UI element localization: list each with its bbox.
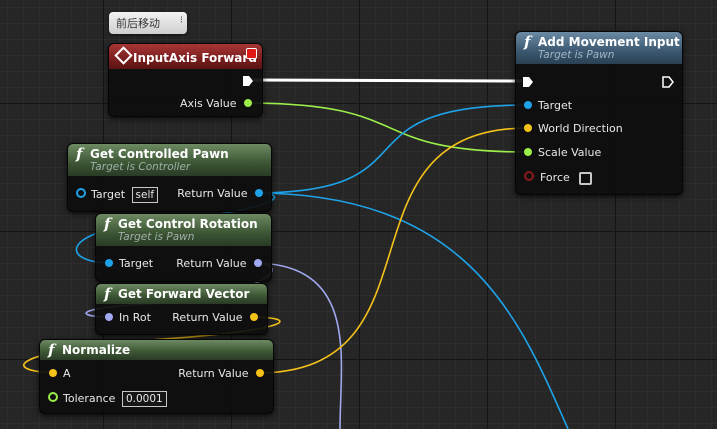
target-label: Target: [119, 257, 154, 270]
function-icon: f: [48, 341, 55, 359]
return-value-pin[interactable]: Return Value: [176, 257, 262, 270]
get-control-rotation-node[interactable]: f Get Control Rotation Target is Pawn Ta…: [95, 213, 272, 282]
return-value-pin[interactable]: Return Value: [178, 367, 264, 380]
node-title: Get Controlled Pawn: [90, 147, 229, 161]
add-movement-input-node[interactable]: f Add Movement Input Target is Pawn Targ…: [515, 31, 683, 195]
axis-to-scale-wire: [245, 102, 529, 153]
a-pin[interactable]: A: [49, 367, 71, 380]
bool-pin-icon[interactable]: [524, 171, 534, 181]
world-direction-pin[interactable]: World Direction: [524, 122, 623, 135]
node-header[interactable]: f Get Forward Vector: [96, 284, 267, 304]
normalize-to-direction-wire: [256, 127, 529, 374]
node-header[interactable]: f Normalize: [40, 340, 273, 360]
float-pin-icon[interactable]: [48, 392, 58, 402]
function-icon: f: [76, 145, 83, 163]
node-subtitle: Target is Pawn: [538, 49, 615, 61]
return-value-label: Return Value: [176, 257, 247, 270]
normalize-node[interactable]: f Normalize A Return Value Tolerance 0.0…: [39, 339, 274, 414]
force-checkbox[interactable]: [579, 171, 593, 185]
target-pin[interactable]: Target: [105, 257, 153, 270]
force-label: Force: [540, 171, 570, 184]
float-pin-icon[interactable]: [244, 99, 252, 107]
in-rot-label: In Rot: [119, 311, 151, 324]
tolerance-field[interactable]: 0.0001: [121, 391, 167, 407]
return-value-pin[interactable]: Return Value: [172, 311, 258, 324]
float-pin-icon[interactable]: [524, 148, 532, 156]
self-field[interactable]: self: [131, 187, 159, 203]
node-title: Get Forward Vector: [118, 287, 250, 301]
vector-pin-icon[interactable]: [250, 313, 258, 321]
node-header[interactable]: f Get Control Rotation Target is Pawn: [96, 214, 271, 246]
node-subtitle: Target is Controller: [90, 161, 191, 173]
function-icon: f: [104, 215, 111, 233]
node-subtitle: Target is Pawn: [118, 231, 195, 243]
axis-value-pin[interactable]: Axis Value: [180, 97, 252, 110]
target-label: Target: [91, 188, 126, 201]
node-title: Normalize: [62, 343, 131, 357]
function-icon: f: [524, 33, 531, 51]
tolerance-pin[interactable]: Tolerance 0.0001: [48, 391, 167, 407]
tolerance-label: Tolerance: [63, 392, 116, 405]
axis-value-label: Axis Value: [179, 97, 237, 110]
comment-bubble[interactable]: 前后移动 ⁝: [109, 12, 187, 34]
exec-in-pin[interactable]: [522, 76, 534, 88]
node-header[interactable]: f Get Controlled Pawn Target is Controll…: [68, 144, 271, 176]
comment-text: 前后移动: [116, 17, 160, 30]
a-label: A: [63, 367, 71, 380]
node-title: InputAxis Forward: [133, 51, 257, 65]
input-axis-forward-node[interactable]: InputAxis Forward Axis Value: [108, 43, 263, 117]
event-icon: [114, 46, 133, 65]
get-forward-vector-node[interactable]: f Get Forward Vector In Rot Return Value: [95, 283, 268, 335]
object-pin-icon[interactable]: [524, 101, 532, 109]
collapse-icon[interactable]: ⁝: [180, 15, 183, 26]
pawn-to-offscreen-wire: [253, 192, 569, 429]
node-title: Add Movement Input: [538, 35, 680, 49]
node-title: Get Control Rotation: [118, 217, 258, 231]
object-pin-icon[interactable]: [76, 188, 86, 198]
return-value-label: Return Value: [172, 311, 243, 324]
vector-pin-icon[interactable]: [524, 124, 532, 132]
scale-value-label: Scale Value: [538, 146, 602, 159]
node-header[interactable]: f Add Movement Input Target is Pawn: [516, 32, 682, 64]
node-header[interactable]: InputAxis Forward: [109, 44, 262, 69]
world-direction-label: World Direction: [538, 122, 623, 135]
return-value-pin[interactable]: Return Value: [177, 187, 263, 200]
pawn-to-target-wire: [253, 104, 529, 194]
return-value-label: Return Value: [178, 367, 249, 380]
scale-value-pin[interactable]: Scale Value: [524, 146, 601, 159]
vector-pin-icon[interactable]: [256, 369, 264, 377]
rotator-pin-icon[interactable]: [105, 313, 113, 321]
event-delegate-icon[interactable]: [246, 48, 257, 59]
return-value-label: Return Value: [177, 187, 248, 200]
rotator-pin-icon[interactable]: [254, 259, 262, 267]
get-controlled-pawn-node[interactable]: f Get Controlled Pawn Target is Controll…: [67, 143, 272, 212]
object-pin-icon[interactable]: [105, 259, 113, 267]
function-icon: f: [104, 285, 111, 303]
in-rot-pin[interactable]: In Rot: [105, 311, 151, 324]
target-pin[interactable]: Target self: [76, 187, 159, 203]
exec-out-pin[interactable]: [242, 75, 254, 87]
vector-pin-icon[interactable]: [49, 369, 57, 377]
object-pin-icon[interactable]: [255, 189, 263, 197]
target-label: Target: [538, 99, 573, 112]
exec-out-pin[interactable]: [662, 76, 674, 88]
target-pin[interactable]: Target: [524, 99, 572, 112]
force-pin[interactable]: Force: [524, 171, 593, 185]
exec-wire: [252, 78, 523, 83]
